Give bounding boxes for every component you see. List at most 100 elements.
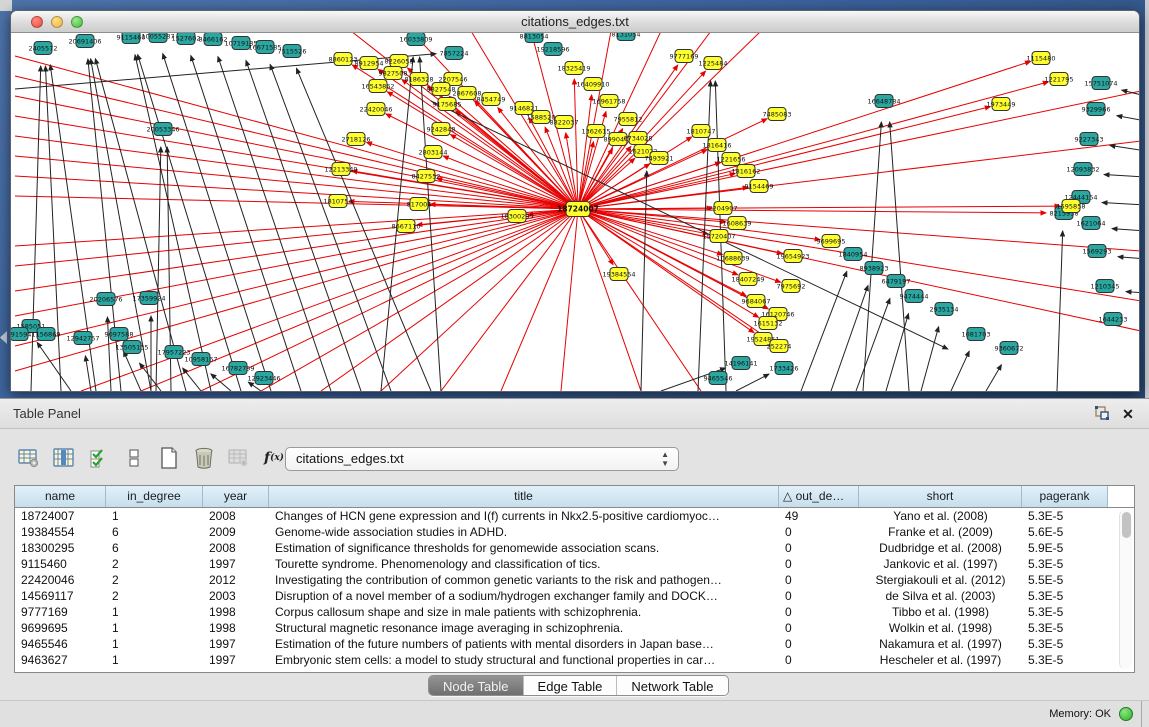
graph-node[interactable]: 1221795 (1045, 73, 1074, 86)
scrollbar-thumb[interactable] (1122, 512, 1131, 538)
cell-title[interactable]: Changes of HCN gene expression and I(f) … (269, 508, 779, 524)
table-settings-icon[interactable] (14, 445, 44, 471)
graph-node[interactable]: 19654923 (776, 250, 809, 263)
graph-node[interactable]: 9329966 (1082, 103, 1111, 116)
graph-node[interactable]: 1527602 (172, 33, 201, 45)
cell-name[interactable]: 18300295 (15, 540, 106, 556)
table-row[interactable]: 946554611997Estimation of the future num… (15, 636, 1134, 652)
graph-node[interactable]: 10055287 (141, 33, 174, 43)
table-row[interactable]: 911546021997Tourette syndrome. Phenomeno… (15, 556, 1134, 572)
table-row[interactable]: 1456911722003Disruption of a novel membe… (15, 588, 1134, 604)
cell-in_degree[interactable]: 2 (106, 572, 203, 588)
cell-name[interactable]: 9699695 (15, 620, 106, 636)
graph-node[interactable]: 16409910 (576, 78, 609, 91)
cell-title[interactable]: Investigating the contribution of common… (269, 572, 779, 588)
cell-short[interactable]: Wolkin et al. (1998) (859, 620, 1022, 636)
row-format-icon[interactable] (119, 445, 149, 471)
cell-pagerank[interactable]: 5.3E-5 (1022, 604, 1108, 620)
tab-edge-table[interactable]: Edge Table (523, 676, 617, 696)
graph-node[interactable]: 9360672 (995, 342, 1024, 355)
graph-node[interactable]: 8466162 (199, 33, 228, 46)
graph-node[interactable]: 1115480 (1027, 52, 1056, 65)
graph-node[interactable]: 1221656 (717, 153, 746, 166)
cell-in_degree[interactable]: 6 (106, 540, 203, 556)
graph-node[interactable]: 1569293 (1083, 245, 1112, 258)
table-vertical-scrollbar[interactable] (1119, 510, 1132, 669)
close-panel-icon[interactable]: ✕ (1119, 405, 1137, 423)
table-row[interactable]: 969969511998Structural magnetic resonanc… (15, 620, 1134, 636)
table-row[interactable]: 1872400712008Changes of HCN gene express… (15, 508, 1134, 524)
cell-in_degree[interactable]: 2 (106, 588, 203, 604)
tab-node-table[interactable]: Node Table (429, 676, 523, 696)
citation-network-graph[interactable]: 2405572206914069115460100552871527602846… (11, 33, 1139, 391)
graph-node[interactable]: 16033809 (399, 33, 432, 46)
graph-node[interactable]: 391594 (11, 328, 31, 341)
graph-node[interactable]: 2935134 (930, 303, 959, 316)
graph-node[interactable]: 1973449 (987, 98, 1016, 111)
graph-node[interactable]: 15720407 (702, 230, 735, 243)
graph-node[interactable]: 9465546 (704, 372, 733, 385)
graph-node[interactable]: 9699695 (817, 235, 846, 248)
graph-node[interactable]: 12093832 (1066, 163, 1099, 176)
float-panel-icon[interactable] (1093, 405, 1111, 423)
graph-node[interactable]: 15751074 (1084, 77, 1117, 90)
cell-out_de[interactable]: 0 (779, 556, 859, 572)
graph-node[interactable]: 1615132 (754, 317, 783, 330)
graph-node[interactable]: 2405572 (29, 42, 58, 55)
cell-year[interactable]: 1997 (203, 556, 269, 572)
graph-node[interactable]: 14196141 (724, 357, 757, 370)
graph-node[interactable]: 22420046 (359, 103, 392, 116)
graph-node[interactable]: 8226058 (385, 55, 414, 68)
cell-short[interactable]: de Silva et al. (2003) (859, 588, 1022, 604)
graph-node[interactable]: 16782759 (221, 362, 254, 375)
graph-node[interactable]: 9777169 (670, 50, 699, 63)
cell-short[interactable]: Franke et al. (2009) (859, 524, 1022, 540)
table-row[interactable]: 977716911998Corpus callosum shape and si… (15, 604, 1134, 620)
graph-node[interactable]: 8860123 (329, 53, 358, 66)
column-header-pagerank[interactable]: pagerank (1022, 486, 1108, 507)
cell-year[interactable]: 2008 (203, 508, 269, 524)
cell-title[interactable]: Corpus callosum shape and size in male p… (269, 604, 779, 620)
cell-year[interactable]: 1997 (203, 652, 269, 668)
graph-node[interactable]: 1156869 (32, 328, 61, 341)
cell-name[interactable]: 9465546 (15, 636, 106, 652)
graph-node[interactable]: 2204907 (709, 202, 738, 215)
network-canvas[interactable]: 2405572206914069115460100552871527602846… (11, 33, 1139, 391)
cell-title[interactable]: Tourette syndrome. Phenomenology and cla… (269, 556, 779, 572)
cell-name[interactable]: 19384554 (15, 524, 106, 540)
graph-node[interactable]: 8186328 (405, 73, 434, 86)
cell-out_de[interactable]: 0 (779, 620, 859, 636)
cell-in_degree[interactable]: 1 (106, 636, 203, 652)
cell-out_de[interactable]: 0 (779, 588, 859, 604)
graph-node[interactable]: 1733426 (770, 362, 799, 375)
tab-network-table[interactable]: Network Table (616, 676, 727, 696)
graph-node[interactable]: 8454749 (477, 93, 506, 106)
cell-title[interactable]: Estimation of the future numbers of pati… (269, 636, 779, 652)
cell-year[interactable]: 2008 (203, 540, 269, 556)
cell-pagerank[interactable]: 5.3E-5 (1022, 652, 1108, 668)
table-row[interactable]: 2242004622012Investigating the contribut… (15, 572, 1134, 588)
graph-node[interactable]: 12213349 (324, 163, 357, 176)
cell-out_de[interactable]: 0 (779, 572, 859, 588)
graph-node[interactable]: 6479197 (882, 275, 911, 288)
graph-node[interactable]: 1081703 (962, 328, 991, 341)
graph-node[interactable]: 7515526 (278, 45, 307, 58)
cell-out_de[interactable]: 0 (779, 540, 859, 556)
graph-node[interactable]: 9227343 (1075, 133, 1104, 146)
graph-node[interactable]: 7857224 (440, 47, 469, 60)
graph-node[interactable]: 1210345 (1091, 280, 1120, 293)
cell-pagerank[interactable]: 5.5E-5 (1022, 572, 1108, 588)
cell-name[interactable]: 9777169 (15, 604, 106, 620)
graph-node[interactable]: 8667110 (392, 220, 421, 233)
cell-short[interactable]: Dudbridge et al. (2008) (859, 540, 1022, 556)
cell-year[interactable]: 1998 (203, 620, 269, 636)
graph-node[interactable]: 7493921 (645, 152, 674, 165)
cell-pagerank[interactable]: 5.3E-5 (1022, 508, 1108, 524)
cell-short[interactable]: Jankovic et al. (1997) (859, 556, 1022, 572)
cell-pagerank[interactable]: 5.9E-5 (1022, 540, 1108, 556)
graph-node[interactable]: 20053346 (146, 123, 179, 136)
graph-node[interactable]: 1810754 (324, 195, 353, 208)
cell-name[interactable]: 22420046 (15, 572, 106, 588)
cell-pagerank[interactable]: 5.6E-5 (1022, 524, 1108, 540)
cell-out_de[interactable]: 0 (779, 652, 859, 668)
